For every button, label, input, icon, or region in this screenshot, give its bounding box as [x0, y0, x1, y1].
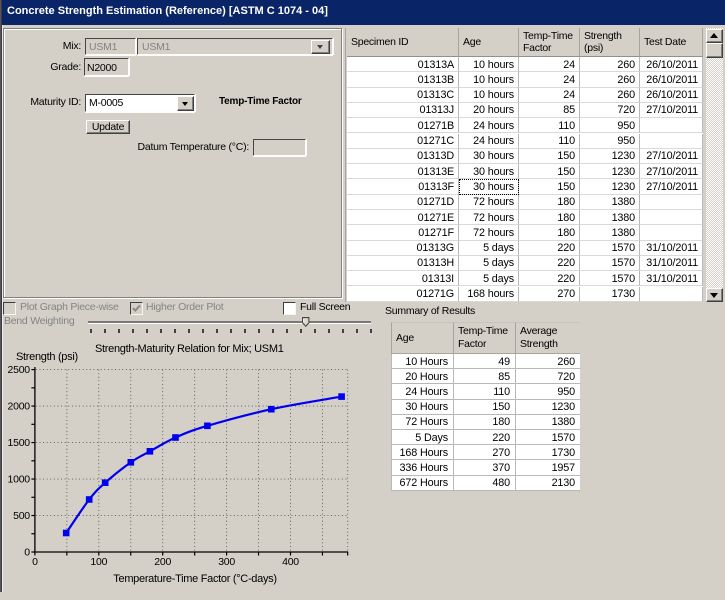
- svg-text:300: 300: [218, 556, 235, 568]
- svg-text:2500: 2500: [8, 364, 31, 376]
- svg-text:400: 400: [282, 556, 299, 568]
- svg-text:1000: 1000: [8, 474, 31, 486]
- svg-text:0: 0: [32, 556, 38, 568]
- svg-text:100: 100: [90, 556, 107, 568]
- svg-text:200: 200: [154, 556, 171, 568]
- svg-text:Strength-Maturity Relation for: Strength-Maturity Relation for Mix; USM1: [95, 343, 284, 355]
- svg-text:Temperature-Time Factor (°C-da: Temperature-Time Factor (°C-days): [113, 573, 276, 585]
- svg-text:Strength (psi): Strength (psi): [16, 351, 78, 363]
- svg-text:0: 0: [24, 547, 30, 559]
- svg-text:1500: 1500: [8, 437, 31, 449]
- svg-text:500: 500: [13, 510, 30, 522]
- svg-text:2000: 2000: [8, 401, 31, 413]
